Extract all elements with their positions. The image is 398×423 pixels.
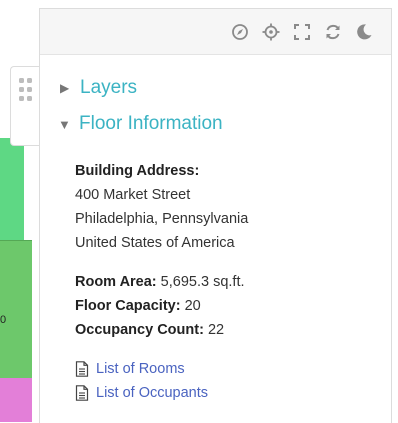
list-of-rooms-label: List of Rooms	[96, 361, 185, 377]
floor-info-label: Floor Information	[79, 113, 223, 134]
occupancy-count-label: Occupancy Count:	[75, 322, 204, 338]
floor-capacity-value: 20	[184, 298, 201, 314]
address-line: 400 Market Street	[75, 187, 191, 203]
crosshair-icon[interactable]	[262, 23, 280, 41]
floor-info-section-toggle[interactable]: ▼ Floor Information	[58, 113, 223, 135]
fullscreen-icon[interactable]	[293, 23, 311, 41]
caret-right-icon: ▶	[60, 81, 70, 95]
address-line: Philadelphia, Pennsylvania	[75, 211, 249, 227]
room-area-label: Room Area:	[75, 274, 157, 290]
refresh-icon[interactable]	[324, 23, 342, 41]
list-of-rooms-link[interactable]: List of Rooms	[75, 361, 185, 377]
document-icon	[75, 385, 89, 401]
building-address-label: Building Address:	[75, 163, 200, 179]
occupancy-count-value: 22	[207, 322, 225, 338]
panel-toolbar	[40, 9, 391, 55]
panel-drag-handle[interactable]	[10, 66, 40, 146]
floor-capacity-label: Floor Capacity:	[75, 298, 181, 314]
map-room-label: 0	[0, 314, 7, 326]
layers-label: Layers	[80, 77, 138, 98]
compass-icon[interactable]	[231, 23, 249, 41]
map-room[interactable]	[0, 138, 14, 240]
document-icon	[75, 361, 89, 377]
floor-map[interactable]: 0	[0, 0, 40, 422]
list-of-occupants-label: List of Occupants	[96, 385, 209, 401]
map-room[interactable]	[14, 145, 24, 240]
caret-down-icon: ▼	[58, 116, 71, 132]
moon-icon[interactable]	[355, 23, 373, 41]
address-line: United States of America	[75, 235, 235, 251]
building-address-block: Building Address: 400 Market Street Phil…	[75, 159, 248, 255]
map-room[interactable]	[0, 240, 32, 379]
grip-icon	[18, 78, 32, 101]
layers-section-toggle[interactable]: ▶ Layers	[60, 77, 137, 99]
list-of-occupants-link[interactable]: List of Occupants	[75, 385, 208, 401]
map-room[interactable]	[0, 378, 32, 422]
room-area-value: 5,695.3 sq.ft.	[160, 274, 245, 290]
floor-stats-block: Room Area: 5,695.3 sq.ft. Floor Capacity…	[75, 270, 245, 342]
